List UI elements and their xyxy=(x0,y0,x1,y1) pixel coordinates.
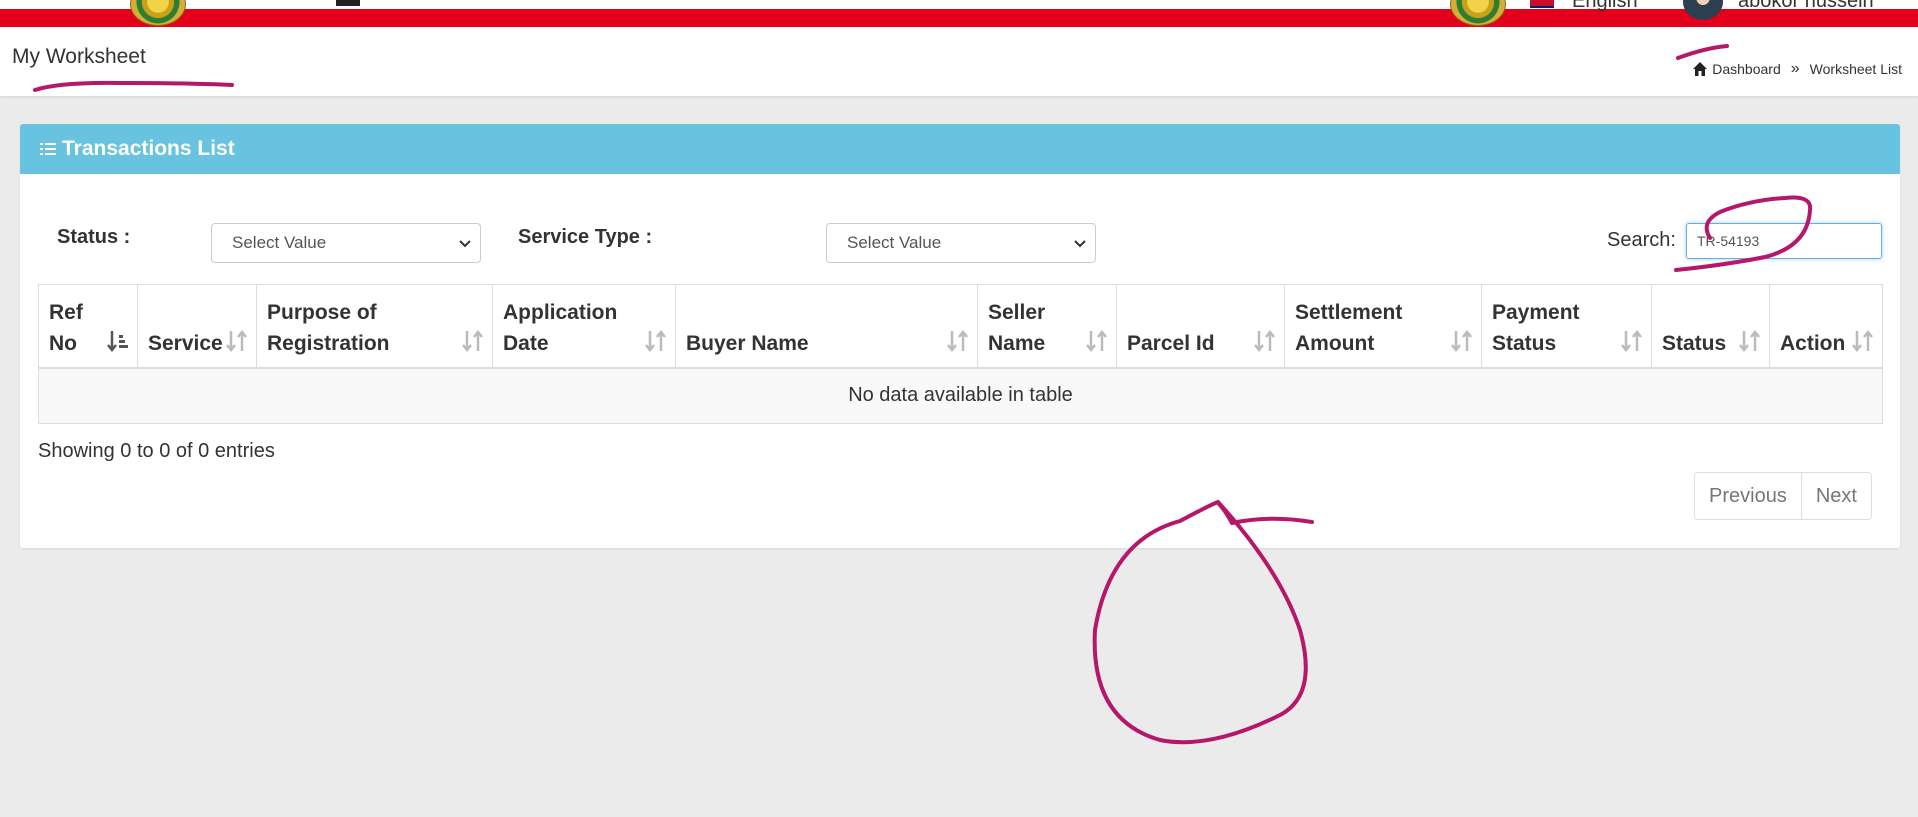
column-header-line2: Buyer Name xyxy=(686,331,809,355)
search-input[interactable] xyxy=(1686,223,1882,259)
column-header[interactable]: Application Date xyxy=(492,284,676,369)
page-header: My Worksheet Dashboard » Worksheet List xyxy=(0,27,1918,97)
service-type-filter-label: Service Type : xyxy=(518,226,653,248)
transactions-table: Ref No Service Purpose of Registration Applic… xyxy=(38,284,1883,424)
sort-icon[interactable] xyxy=(226,329,248,353)
column-header[interactable]: Action xyxy=(1769,284,1883,369)
user-name[interactable]: abokor hussein xyxy=(1738,0,1874,13)
column-header-line2: Action xyxy=(1780,331,1846,355)
status-filter-value: Select Value xyxy=(232,233,327,252)
top-navbar: English abokor hussein xyxy=(0,0,1918,27)
status-filter-label: Status : xyxy=(57,226,131,248)
service-type-filter-select[interactable]: Select Value xyxy=(826,223,1096,263)
column-header-line1: Ref xyxy=(49,300,83,324)
table-header-row: Ref No Service Purpose of Registration Applic… xyxy=(38,284,1883,369)
column-header-line1 xyxy=(1662,297,1729,328)
next-button[interactable]: Next xyxy=(1800,473,1871,519)
column-header[interactable]: Seller Name xyxy=(977,284,1117,369)
column-header[interactable]: Parcel Id xyxy=(1116,284,1285,369)
column-header-line1 xyxy=(1780,297,1842,328)
column-header[interactable]: Service xyxy=(137,284,257,369)
column-header-line1: Payment xyxy=(1492,300,1580,324)
chevron-down-icon xyxy=(1074,240,1086,248)
table-empty-row: No data available in table xyxy=(38,367,1883,424)
column-header-line1 xyxy=(148,297,216,328)
column-header-line2: Amount xyxy=(1295,331,1375,355)
column-header-line1 xyxy=(1127,297,1244,328)
column-header-line2: Status xyxy=(1662,331,1727,355)
column-header[interactable]: Ref No xyxy=(38,284,138,369)
service-type-filter-value: Select Value xyxy=(847,233,942,252)
search-label: Search: xyxy=(1607,229,1676,251)
menu-toggle-icon[interactable] xyxy=(336,0,360,6)
sort-icon[interactable] xyxy=(1739,329,1761,353)
pagination: Previous Next xyxy=(1694,472,1872,520)
empty-message: No data available in table xyxy=(38,367,1883,424)
sort-icon[interactable] xyxy=(645,329,667,353)
card-title: Transactions List xyxy=(62,137,235,160)
column-header-line1: Purpose of xyxy=(267,300,377,324)
sort-active-icon[interactable] xyxy=(107,329,129,353)
column-header-line1: Application xyxy=(503,300,618,324)
column-header[interactable]: Buyer Name xyxy=(675,284,978,369)
chevron-down-icon xyxy=(459,240,471,248)
sort-icon[interactable] xyxy=(462,329,484,353)
sort-icon[interactable] xyxy=(1852,329,1874,353)
previous-button[interactable]: Previous xyxy=(1695,473,1801,519)
breadcrumb-separator: » xyxy=(1790,60,1800,77)
column-header-line1 xyxy=(686,297,937,328)
sort-icon[interactable] xyxy=(1621,329,1643,353)
status-filter-select[interactable]: Select Value xyxy=(211,223,481,263)
breadcrumb-dashboard-link[interactable]: Dashboard xyxy=(1712,61,1781,77)
breadcrumb-current: Worksheet List xyxy=(1809,61,1902,77)
column-header-line2: Name xyxy=(988,331,1046,355)
column-header-line1: Seller xyxy=(988,300,1046,324)
column-header-line2: Parcel Id xyxy=(1127,331,1215,355)
column-header-line2: Status xyxy=(1492,331,1557,355)
column-header[interactable]: Settlement Amount xyxy=(1284,284,1482,369)
sort-icon[interactable] xyxy=(1086,329,1108,353)
column-header[interactable]: Purpose of Registration xyxy=(256,284,493,369)
transactions-card: Transactions List Status : Select Value … xyxy=(20,124,1900,548)
column-header-line2: No xyxy=(49,331,77,355)
column-header-line2: Registration xyxy=(267,331,390,355)
column-header-line2: Service xyxy=(148,331,223,355)
uk-flag-icon[interactable] xyxy=(1530,0,1554,8)
column-header[interactable]: Status xyxy=(1651,284,1770,369)
card-header: Transactions List xyxy=(20,124,1900,174)
column-header-line2: Date xyxy=(503,331,549,355)
column-header-line1: Settlement xyxy=(1295,300,1403,324)
column-header[interactable]: Payment Status xyxy=(1481,284,1652,369)
table-info: Showing 0 to 0 of 0 entries xyxy=(38,440,275,462)
breadcrumb: Dashboard » Worksheet List xyxy=(1692,60,1902,78)
home-icon[interactable] xyxy=(1692,61,1708,77)
language-selector[interactable]: English xyxy=(1572,0,1638,13)
sort-icon[interactable] xyxy=(1254,329,1276,353)
list-icon xyxy=(40,143,56,155)
sort-icon[interactable] xyxy=(947,329,969,353)
sort-icon[interactable] xyxy=(1451,329,1473,353)
page-title: My Worksheet xyxy=(12,45,146,68)
